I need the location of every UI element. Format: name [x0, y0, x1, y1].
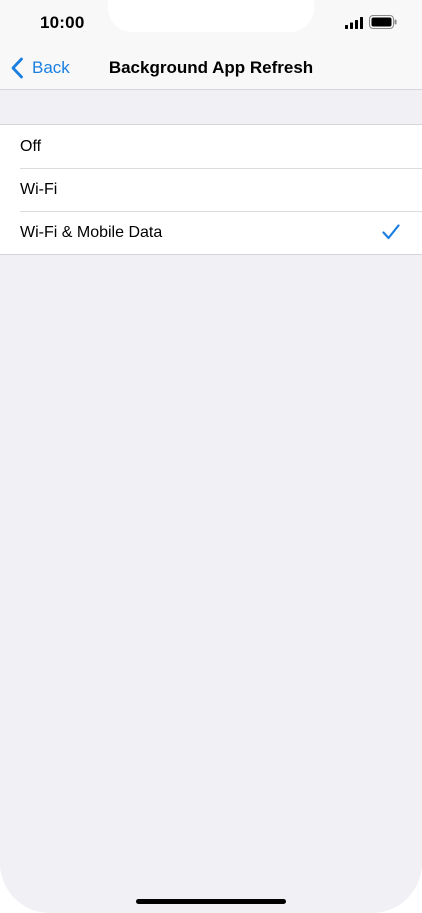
- option-off[interactable]: Off: [0, 125, 422, 168]
- refresh-options-list: Off Wi-Fi Wi-Fi & Mobile Data: [0, 124, 422, 255]
- home-indicator[interactable]: [136, 899, 286, 904]
- checkmark-icon: [382, 224, 400, 240]
- option-wifi-and-mobile-data[interactable]: Wi-Fi & Mobile Data: [0, 211, 422, 254]
- option-label: Wi-Fi: [20, 180, 58, 198]
- page-title: Background App Refresh: [108, 58, 314, 77]
- status-time: 10:00: [40, 13, 85, 32]
- option-label: Wi-Fi & Mobile Data: [20, 223, 163, 241]
- phone-screen: 10:00 Back Background App Refresh Off Wi…: [0, 0, 422, 913]
- header: 10:00 Back Background App Refresh: [0, 0, 422, 90]
- notch: [108, 0, 314, 32]
- status-bar: 10:00: [0, 0, 422, 44]
- signal-bars-icon: [345, 17, 363, 29]
- navigation-bar: Back Background App Refresh: [0, 44, 422, 90]
- option-label: Off: [20, 137, 42, 155]
- battery-full-icon: [369, 15, 397, 29]
- option-wifi[interactable]: Wi-Fi: [0, 168, 422, 211]
